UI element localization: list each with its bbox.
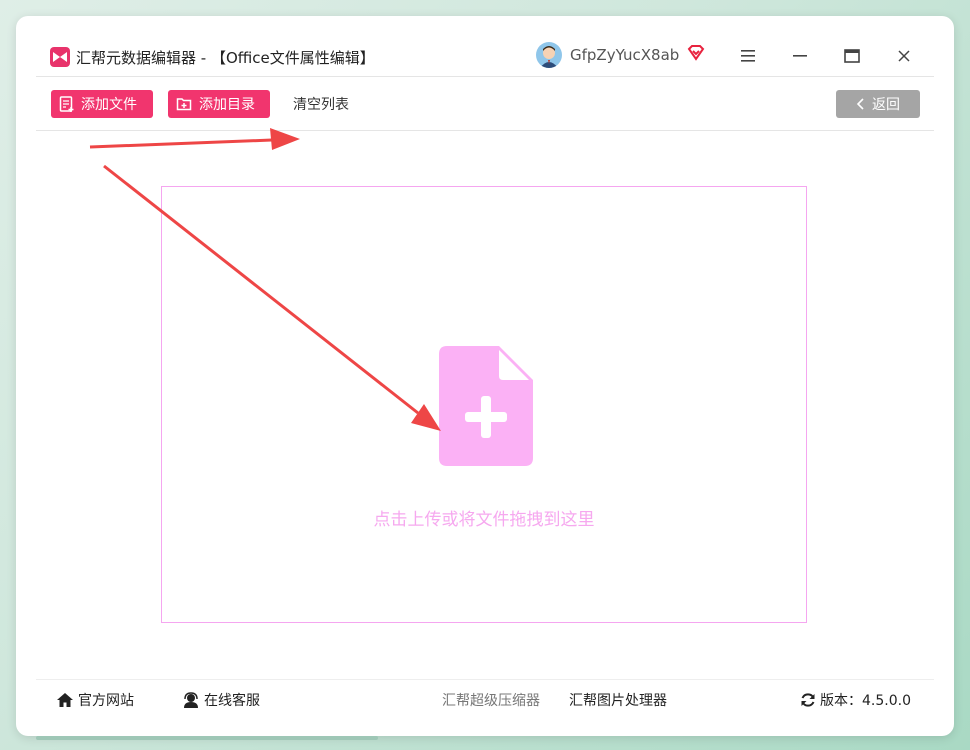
official-website-label: 官方网站 <box>78 693 134 709</box>
toolbar: 添加文件 添加目录 清空列表 返回 <box>36 86 934 131</box>
refresh-icon <box>800 692 816 708</box>
add-file-label: 添加文件 <box>81 97 137 113</box>
horizontal-scrollbar[interactable] <box>36 736 378 740</box>
official-website-link[interactable]: 官方网站 <box>56 690 134 710</box>
avatar[interactable] <box>536 42 562 68</box>
add-folder-label: 添加目录 <box>199 97 255 113</box>
back-button[interactable]: 返回 <box>836 90 920 118</box>
clear-list-button[interactable]: 清空列表 <box>293 90 349 118</box>
title-bar: 汇帮元数据编辑器 - 【Office文件属性编辑】 GfpZyYucX8ab <box>36 38 934 77</box>
chevron-left-icon <box>856 98 864 110</box>
maximize-icon[interactable] <box>840 44 864 68</box>
file-plus-icon[interactable] <box>439 346 533 470</box>
version-label: 版本：4.5.0.0 <box>820 693 911 709</box>
add-folder-icon <box>176 96 193 112</box>
diamond-heart-icon[interactable] <box>687 45 705 65</box>
add-file-icon <box>59 95 75 113</box>
footer: 官方网站 在线客服 汇帮超级压缩器 汇帮图片处理器 版本：4.5.0.0 <box>36 679 934 718</box>
drop-hint[interactable]: 点击上传或将文件拖拽到这里 <box>162 505 806 530</box>
version-info[interactable]: 版本：4.5.0.0 <box>800 690 911 710</box>
close-icon[interactable] <box>892 44 916 68</box>
headset-icon <box>182 692 200 708</box>
username: GfpZyYucX8ab <box>570 46 680 64</box>
file-drop-zone[interactable]: 点击上传或将文件拖拽到这里 <box>161 186 807 623</box>
compressor-link[interactable]: 汇帮超级压缩器 <box>442 690 540 710</box>
hamburger-menu-icon[interactable] <box>736 44 760 68</box>
app-window: 汇帮元数据编辑器 - 【Office文件属性编辑】 GfpZyYucX8ab 添… <box>16 16 954 736</box>
bowtie-logo-icon <box>50 47 70 67</box>
image-tool-link[interactable]: 汇帮图片处理器 <box>569 690 667 710</box>
minimize-icon[interactable] <box>788 44 812 68</box>
online-service-link[interactable]: 在线客服 <box>182 690 260 710</box>
online-service-label: 在线客服 <box>204 693 260 709</box>
back-label: 返回 <box>872 97 900 113</box>
user-info[interactable]: GfpZyYucX8ab <box>536 42 705 68</box>
add-file-button[interactable]: 添加文件 <box>51 90 153 118</box>
window-title: 汇帮元数据编辑器 - 【Office文件属性编辑】 <box>76 48 375 67</box>
home-icon <box>56 692 74 708</box>
add-folder-button[interactable]: 添加目录 <box>168 90 270 118</box>
